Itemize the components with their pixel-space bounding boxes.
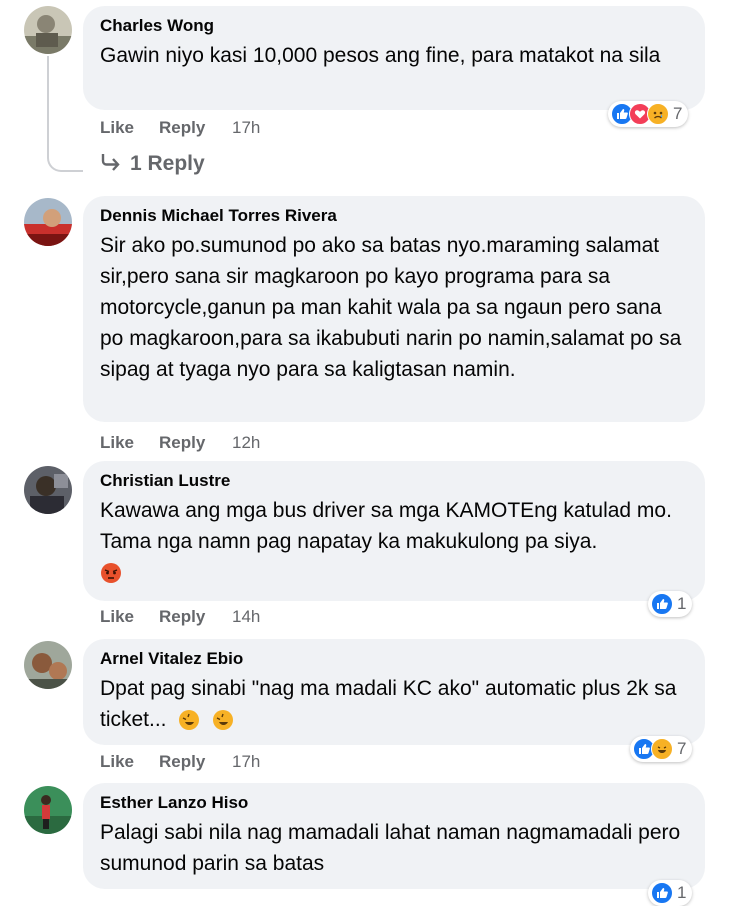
timestamp[interactable]: 17h: [232, 118, 260, 138]
haha-icon: [651, 738, 673, 760]
reaction-count: 7: [673, 104, 683, 123]
comment-text: Palagi sabi nila nag mamadali lahat nama…: [100, 821, 681, 875]
timestamp[interactable]: 17h: [232, 752, 260, 772]
comment-bubble: Charles Wong Gawin niyo kasi 10,000 peso…: [83, 6, 705, 110]
comment-bubble: Esther Lanzo Hiso Palagi sabi nila nag m…: [83, 783, 705, 889]
replies-count-label: 1 Reply: [130, 152, 205, 175]
thread-connector: [47, 56, 49, 154]
angry-emoji-icon: [101, 563, 121, 584]
avatar[interactable]: [24, 6, 72, 54]
reaction-summary[interactable]: 7: [630, 736, 693, 762]
avatar[interactable]: [24, 641, 72, 689]
avatar[interactable]: [24, 466, 72, 514]
reaction-summary[interactable]: 7: [608, 101, 689, 127]
timestamp[interactable]: 12h: [232, 433, 260, 453]
reply-button[interactable]: Reply: [159, 433, 205, 453]
comment-bubble: Dennis Michael Torres Rivera Sir ako po.…: [83, 196, 705, 422]
reaction-count: 1: [677, 883, 687, 902]
like-button[interactable]: Like: [100, 752, 134, 772]
like-icon: [651, 882, 673, 904]
like-button[interactable]: Like: [100, 118, 134, 138]
comment-text: Gawin niyo kasi 10,000 pesos ang fine, p…: [100, 44, 661, 67]
reaction-count: 1: [677, 594, 687, 613]
comment-text: Sir ako po.sumunod po ako sa batas nyo.m…: [100, 234, 682, 381]
reply-button[interactable]: Reply: [159, 752, 205, 772]
avatar[interactable]: [24, 198, 72, 246]
reaction-summary[interactable]: 1: [648, 591, 693, 617]
thread-curve: [47, 150, 83, 172]
comment-author[interactable]: Arnel Vitalez Ebio: [100, 648, 687, 670]
comment-text: Dpat pag sinabi "nag ma madali KC ako" a…: [100, 673, 687, 735]
comment-bubble: Christian Lustre Kawawa ang mga bus driv…: [83, 461, 705, 601]
reaction-count: 7: [677, 739, 687, 758]
sad-icon: [647, 103, 669, 125]
rofl-emoji-icon: [179, 710, 200, 731]
reply-arrow-icon: [101, 154, 120, 171]
comment-author[interactable]: Christian Lustre: [100, 470, 687, 492]
like-button[interactable]: Like: [100, 607, 134, 627]
reaction-summary[interactable]: 1: [648, 880, 693, 906]
timestamp[interactable]: 14h: [232, 607, 260, 627]
like-button[interactable]: Like: [100, 433, 134, 453]
comment-bubble: Arnel Vitalez Ebio Dpat pag sinabi "nag …: [83, 639, 705, 745]
view-replies-link[interactable]: 1 Reply: [100, 152, 205, 176]
comment-author[interactable]: Charles Wong: [100, 15, 687, 37]
comment-author[interactable]: Esther Lanzo Hiso: [100, 792, 687, 814]
reply-button[interactable]: Reply: [159, 118, 205, 138]
comment-author[interactable]: Dennis Michael Torres Rivera: [100, 205, 687, 227]
avatar[interactable]: [24, 786, 72, 834]
like-icon: [651, 593, 673, 615]
comment-text: Kawawa ang mga bus driver sa mga KAMOTEn…: [100, 495, 687, 588]
comment-text-body: Kawawa ang mga bus driver sa mga KAMOTEn…: [100, 499, 672, 553]
rofl-emoji-icon: [213, 710, 234, 731]
reply-button[interactable]: Reply: [159, 607, 205, 627]
